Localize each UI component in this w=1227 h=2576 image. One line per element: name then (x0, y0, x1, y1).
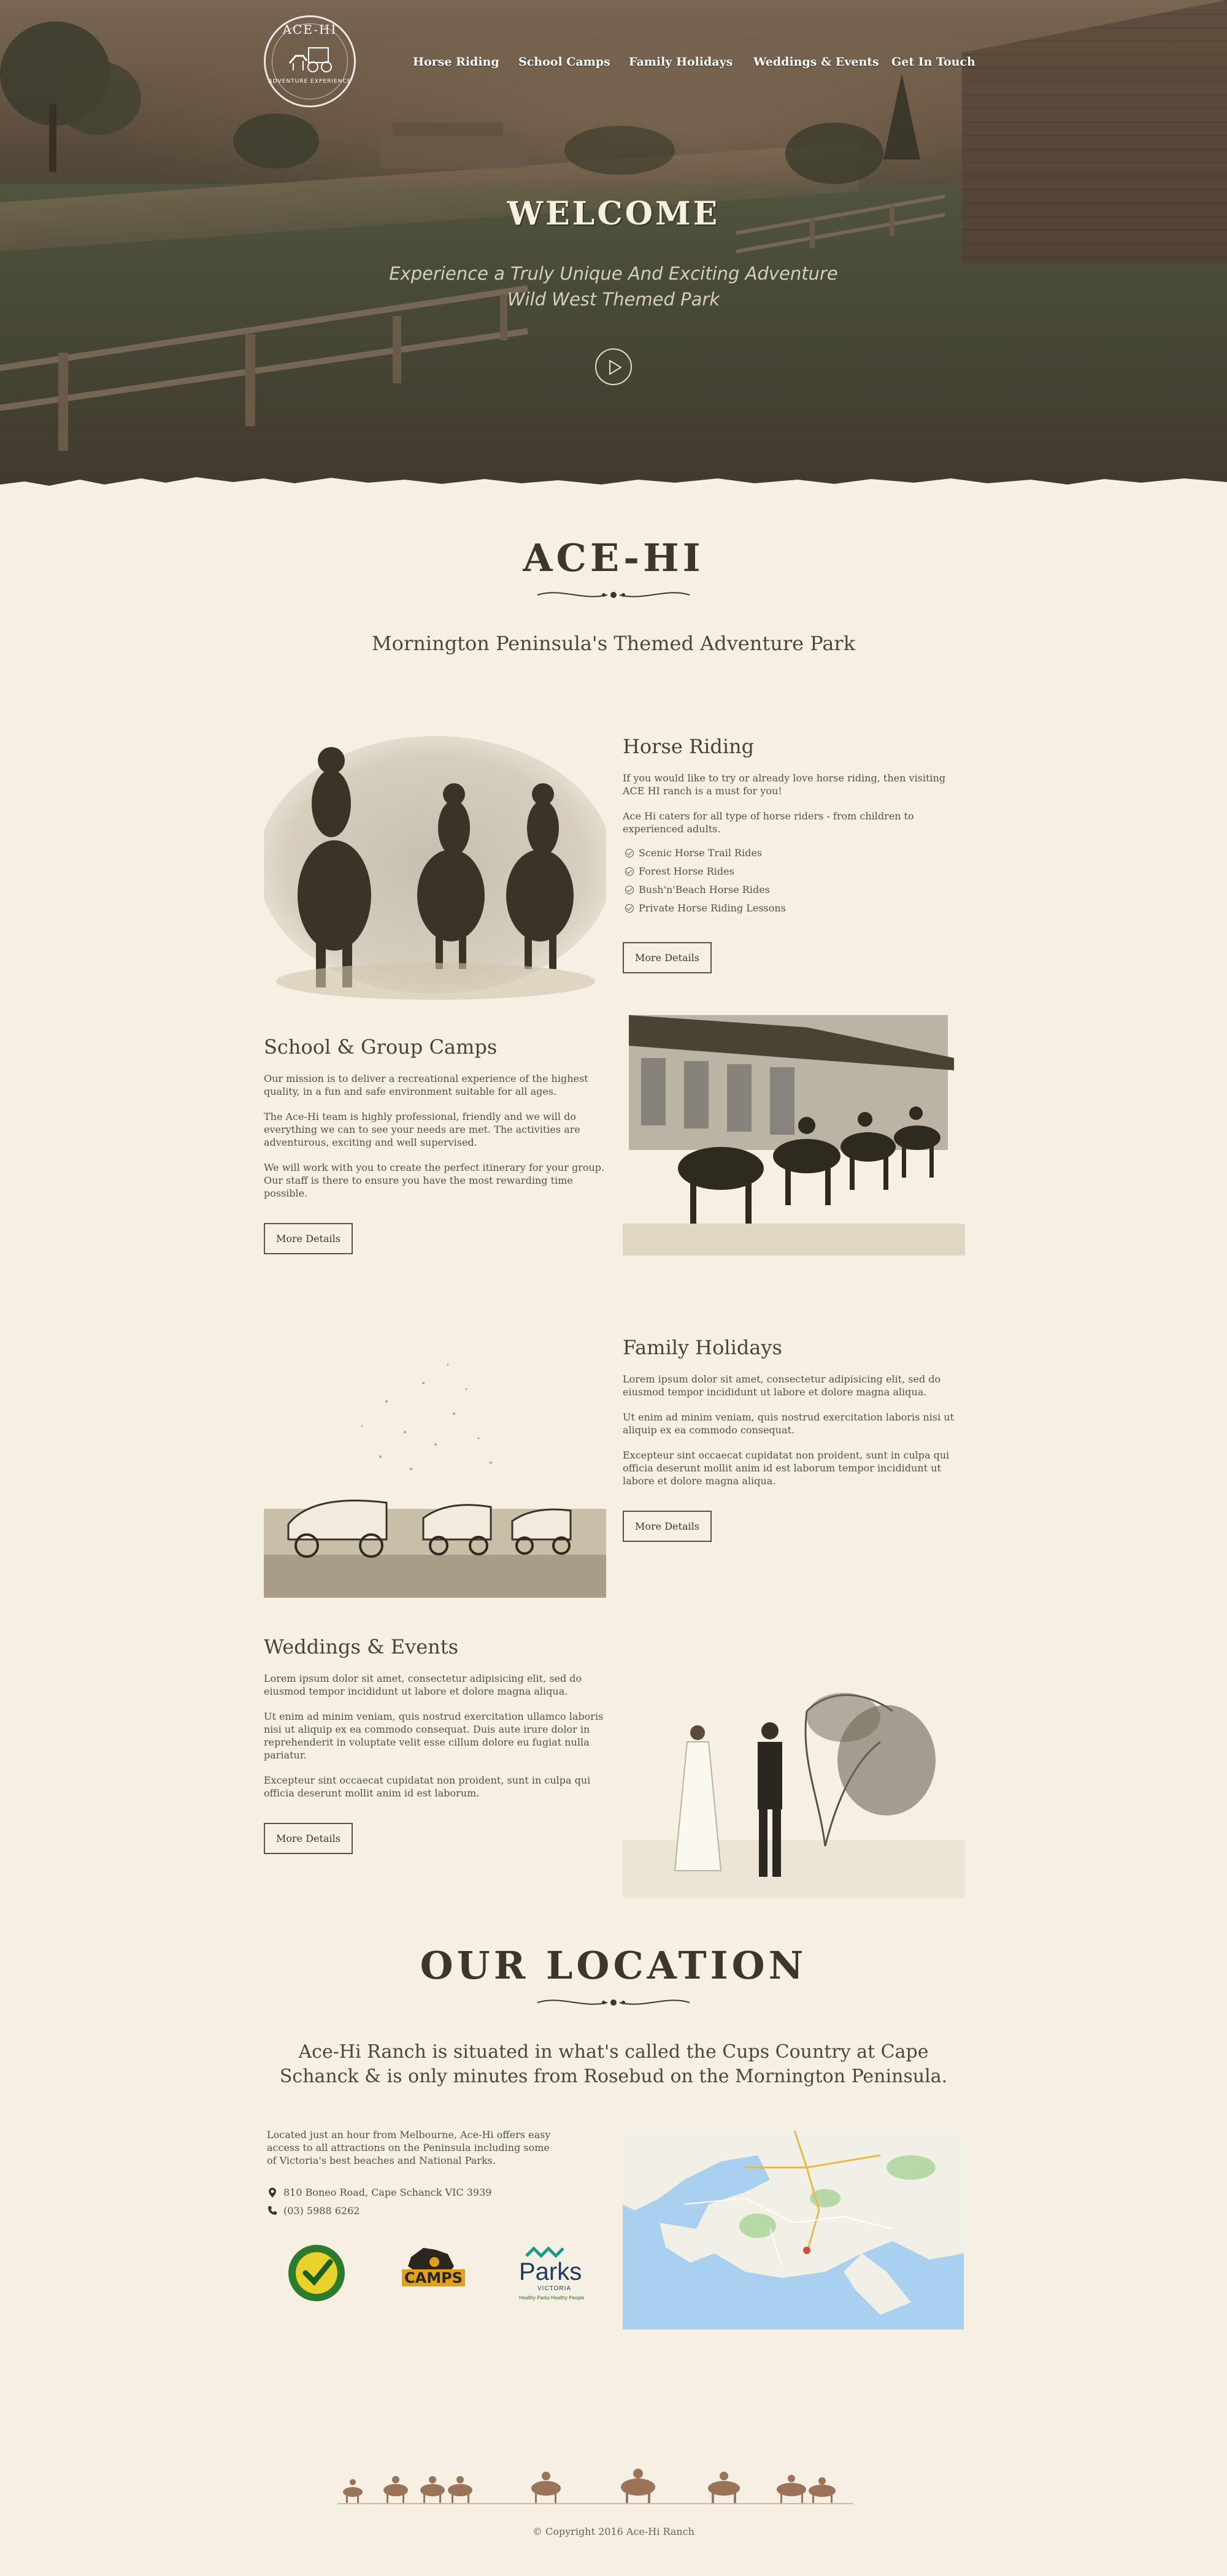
check-circle-icon (625, 904, 634, 913)
family-holidays-paragraph-2: Ut enim ad minim veniam, quis nostrud ex… (623, 1411, 955, 1436)
location-title: OUR LOCATION (420, 1943, 807, 1988)
nav-item-horse-riding[interactable]: Horse Riding (413, 55, 499, 69)
phone-icon (268, 2206, 277, 2215)
horse-riding-list: Scenic Horse Trail Rides Forest Horse Ri… (623, 844, 966, 918)
family-holidays-paragraph-1: Lorem ipsum dolor sit amet, consectetur … (623, 1373, 941, 1398)
ornament-divider (537, 1999, 690, 2006)
footer-copyright: © Copyright 2016 Ace-Hi Ranch (533, 2526, 694, 2537)
nav-item-weddings-events[interactable]: Weddings & Events (753, 55, 879, 69)
family-holidays-text: Family Holidays Lorem ipsum dolor sit am… (623, 1336, 966, 1542)
logo-title: ACE-HI (282, 22, 337, 37)
intro-subtitle: Mornington Peninsula's Themed Adventure … (371, 632, 856, 655)
check-circle-icon (625, 849, 634, 857)
footer-riders-illustration (337, 2469, 853, 2504)
list-item: Forest Horse Rides (623, 862, 966, 881)
weddings-paragraph-2: Ut enim ad minim veniam, quis nostrud ex… (264, 1711, 604, 1761)
parks-wave-icon (525, 2246, 564, 2258)
map-graphic (623, 2131, 964, 2329)
horse-riding-more-button[interactable]: More Details (623, 942, 712, 973)
ornament-divider (537, 592, 690, 598)
horse-riding-photo (264, 718, 606, 1000)
weddings-paragraph-1: Lorem ipsum dolor sit amet, consectetur … (264, 1673, 582, 1697)
parks-badge-text: Parks (519, 2258, 582, 2285)
school-camps-paragraph-2: The Ace-Hi team is highly professional, … (264, 1111, 580, 1148)
weddings-title: Weddings & Events (264, 1635, 459, 1658)
logo-tagline: ADVENTURE EXPERIENCE (268, 79, 352, 85)
parks-victoria-badge[interactable]: Parks VICTORIA Healthy Parks Healthy Peo… (519, 2245, 593, 2306)
camps-badge-text: CAMPS (402, 2269, 465, 2287)
list-item: Bush'n'Beach Horse Rides (623, 881, 966, 899)
school-camps-more-button[interactable]: More Details (264, 1223, 353, 1254)
accredited-badge[interactable] (287, 2244, 346, 2302)
school-camps-text: School & Group Camps Our mission is to d… (264, 1035, 607, 1254)
school-camps-paragraph-1: Our mission is to deliver a recreational… (264, 1073, 588, 1097)
parks-badge-tagline: Healthy Parks Healthy People (519, 2295, 585, 2301)
hero-title: WELCOME (507, 195, 720, 232)
weddings-text: Weddings & Events Lorem ipsum dolor sit … (264, 1635, 607, 1854)
weddings-photo (623, 1674, 965, 1898)
hero-section: ACE-HI ADVENTURE EXPERIENCE Horse Riding… (0, 0, 1227, 491)
check-circle-icon (625, 867, 634, 876)
hero-subtitle: Experience a Truly Unique And Exciting A… (389, 263, 838, 310)
weddings-more-button[interactable]: More Details (264, 1823, 353, 1854)
school-camps-paragraph-3: We will work with you to create the perf… (264, 1162, 605, 1199)
location-description-text: Located just an hour from Melbourne, Ace… (267, 2129, 551, 2166)
nav-item-get-in-touch[interactable]: Get In Touch (891, 55, 975, 69)
location-map[interactable] (623, 2131, 964, 2329)
horse-riding-text: Horse Riding If you would like to try or… (623, 735, 966, 973)
family-holidays-more-button[interactable]: More Details (623, 1511, 712, 1542)
horse-riding-paragraph-2: Ace Hi caters for all type of horse ride… (623, 810, 914, 835)
camps-australia-badge[interactable]: CAMPS (399, 2245, 465, 2302)
map-pin-icon (269, 2188, 276, 2198)
family-holidays-title: Family Holidays (623, 1336, 782, 1359)
location-subtitle: Ace-Hi Ranch is situated in what's calle… (279, 2041, 948, 2087)
phone-text[interactable]: (03) 5988 6262 (283, 2205, 360, 2217)
school-camps-photo (623, 1003, 965, 1255)
play-icon (609, 359, 622, 375)
family-holidays-photo (264, 1328, 606, 1598)
address-text: 810 Boneo Road, Cape Schanck VIC 3939 (283, 2187, 492, 2198)
list-item: Private Horse Riding Lessons (623, 899, 966, 918)
location-description: Located just an hour from Melbourne, Ace… (267, 2128, 555, 2167)
video-play-button[interactable] (595, 348, 632, 385)
torn-paper-edge (0, 477, 1227, 503)
main-nav: Horse Riding School Camps Family Holiday… (0, 55, 1227, 74)
weddings-paragraph-3: Excepteur sint occaecat cupidatat non pr… (264, 1774, 591, 1799)
family-holidays-paragraph-3: Excepteur sint occaecat cupidatat non pr… (623, 1449, 950, 1487)
horse-riding-title: Horse Riding (623, 735, 755, 758)
parks-badge-sub: VICTORIA (537, 2285, 572, 2292)
list-item: Scenic Horse Trail Rides (623, 844, 966, 862)
nav-item-school-camps[interactable]: School Camps (518, 55, 610, 69)
school-camps-title: School & Group Camps (264, 1035, 498, 1059)
hero-tint (0, 0, 1227, 491)
nav-item-family-holidays[interactable]: Family Holidays (629, 55, 733, 69)
intro-title: ACE-HI (523, 535, 704, 580)
horse-riding-paragraph-1: If you would like to try or already love… (623, 772, 946, 797)
check-circle-icon (625, 886, 634, 894)
